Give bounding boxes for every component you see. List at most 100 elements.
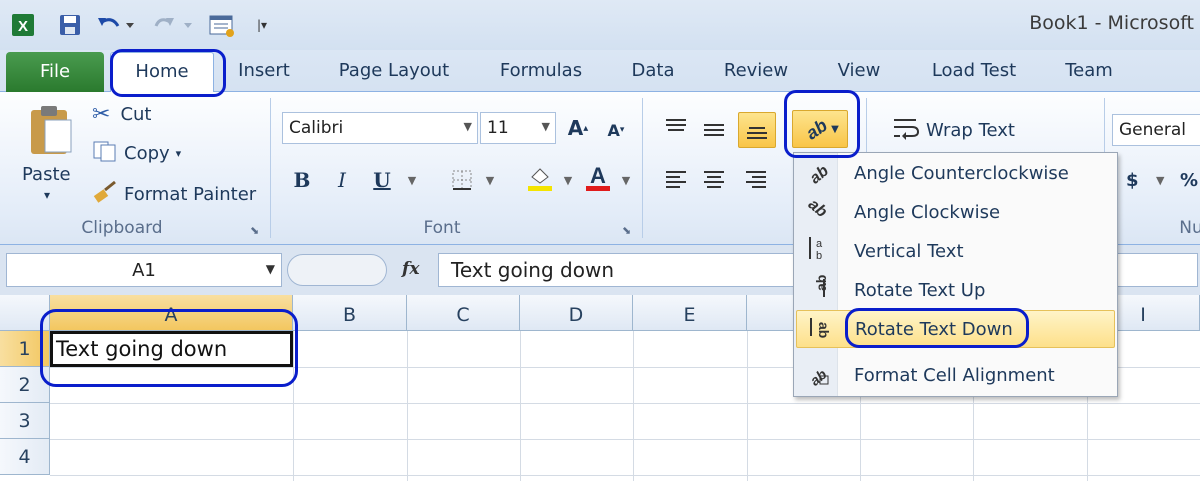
svg-text:X: X [18,18,28,35]
undo-icon[interactable] [94,10,138,40]
orientation-icon: ab [801,114,831,145]
cell-a1[interactable]: Text going down [50,331,293,367]
angle-cw-icon: ab [796,195,838,228]
insert-function-icon[interactable]: fx [402,259,419,279]
underline-button[interactable]: U [366,164,398,196]
tab-view[interactable]: View [826,50,892,92]
column-header-e[interactable]: E [633,295,747,331]
borders-dropdown-icon[interactable]: ▼ [474,164,506,196]
menu-item-vertical-text[interactable]: ab Vertical Text [796,232,1115,270]
tab-load-test[interactable]: Load Test [918,50,1030,92]
formula-bar-separator [287,254,387,286]
vertical-text-icon: ab [796,235,838,268]
row-header-2[interactable]: 2 [0,367,50,403]
column-header-d[interactable]: D [520,295,633,331]
format-painter-button[interactable]: Format Painter [92,180,256,209]
tab-data[interactable]: Data [620,50,686,92]
redo-icon[interactable] [148,10,196,40]
chevron-down-icon: ▼ [541,120,550,133]
angle-ccw-icon: ab [796,158,838,189]
font-name-value: Calibri [289,118,344,138]
menu-item-rotate-text-down[interactable]: ab Rotate Text Down [796,310,1115,348]
menu-item-angle-clockwise[interactable]: ab Angle Clockwise [796,193,1115,231]
menu-item-angle-counterclockwise[interactable]: ab Angle Counterclockwise [796,154,1115,192]
align-center-icon[interactable] [698,164,730,196]
font-group-label: Font [423,218,461,238]
fill-color-dropdown-icon[interactable]: ▼ [552,164,584,196]
percent-button[interactable]: % [1180,170,1198,191]
bold-button[interactable]: B [286,164,318,196]
tab-page-layout[interactable]: Page Layout [326,50,462,92]
svg-text:ab: ab [813,275,829,291]
tab-formulas[interactable]: Formulas [486,50,596,92]
tab-team[interactable]: Team [1054,50,1124,92]
font-size-value: 11 [487,118,509,138]
tab-review[interactable]: Review [712,50,800,92]
underline-dropdown-icon[interactable]: ▼ [396,164,428,196]
align-middle-icon[interactable] [698,114,730,146]
copy-dropdown-icon: ▾ [175,147,182,160]
row-header-1[interactable]: 1 [0,331,50,367]
align-top-icon[interactable] [660,112,692,144]
svg-text:A: A [590,163,606,188]
clipboard-launcher-icon[interactable]: ⬊ [250,224,259,237]
paste-button[interactable]: Paste [22,164,71,185]
paste-dropdown-icon[interactable]: ▾ [44,188,50,202]
format-alignment-icon: ab [796,360,838,391]
tab-insert[interactable]: Insert [226,50,302,92]
svg-text:ab: ab [816,322,831,338]
orientation-button[interactable]: ab ▼ [792,110,848,148]
menu-item-format-cell-alignment[interactable]: ab Format Cell Alignment [796,356,1115,394]
format-painter-label: Format Painter [124,184,257,205]
copy-button[interactable]: Copy ▾ [92,140,181,167]
tab-home[interactable]: Home [110,52,214,93]
cut-label: Cut [120,104,152,125]
svg-text:ab: ab [805,197,830,221]
select-all-corner[interactable] [0,295,50,331]
font-size-combo[interactable]: 11 ▼ [480,112,556,144]
font-name-combo[interactable]: Calibri ▼ [282,112,478,144]
column-header-c[interactable]: C [407,295,520,331]
shrink-font-icon[interactable]: A ▾ [600,114,632,146]
font-color-dropdown-icon[interactable]: ▼ [610,164,642,196]
chevron-down-icon: ▼ [831,123,839,135]
grow-font-icon[interactable]: A ▴ [562,112,594,144]
tab-file[interactable]: File [6,52,104,92]
name-box[interactable]: A1 ▼ [6,253,282,287]
name-box-value: A1 [132,259,156,281]
customize-icon[interactable] [206,10,238,40]
quick-access-toolbar: X |▾ Book1 - Microsoft [0,0,1200,50]
menu-item-rotate-text-up[interactable]: ab Rotate Text Up [796,271,1115,309]
paintbrush-icon [92,180,118,209]
column-header-b[interactable]: B [293,295,407,331]
align-left-icon[interactable] [660,164,692,196]
cut-button[interactable]: ✂ Cut [92,102,151,127]
number-format-value: General [1119,120,1186,140]
scissors-icon: ✂ [92,102,111,127]
column-header-a[interactable]: A [50,295,293,331]
align-right-icon[interactable] [740,164,772,196]
font-launcher-icon[interactable]: ⬊ [622,224,631,237]
number-format-combo[interactable]: General [1112,114,1200,146]
svg-text:ab: ab [802,115,831,140]
row-header-3[interactable]: 3 [0,403,50,439]
orientation-menu: ab Angle Counterclockwise ab Angle Clock… [793,152,1118,397]
paste-icon[interactable] [18,100,80,160]
qat-dropdown-icon[interactable]: |▾ [252,10,272,40]
currency-button[interactable]: $ [1126,170,1139,191]
excel-logo-icon[interactable]: X [8,10,38,40]
rotate-down-icon: ab [797,314,839,345]
number-group-label: Nu [1179,218,1200,238]
italic-button[interactable]: I [326,164,358,196]
save-icon[interactable] [56,10,84,40]
svg-text:ab: ab [807,162,830,184]
copy-icon [92,140,118,167]
align-bottom-icon[interactable] [738,112,776,148]
row-header-4[interactable]: 4 [0,439,50,475]
wrap-text-label: Wrap Text [926,120,1015,141]
rotate-up-icon: ab [796,274,838,306]
clipboard-group-label: Clipboard [81,218,163,238]
wrap-text-button[interactable]: Wrap Text [892,116,1015,145]
currency-dropdown-icon[interactable]: ▼ [1156,174,1164,187]
copy-label: Copy [124,143,170,164]
